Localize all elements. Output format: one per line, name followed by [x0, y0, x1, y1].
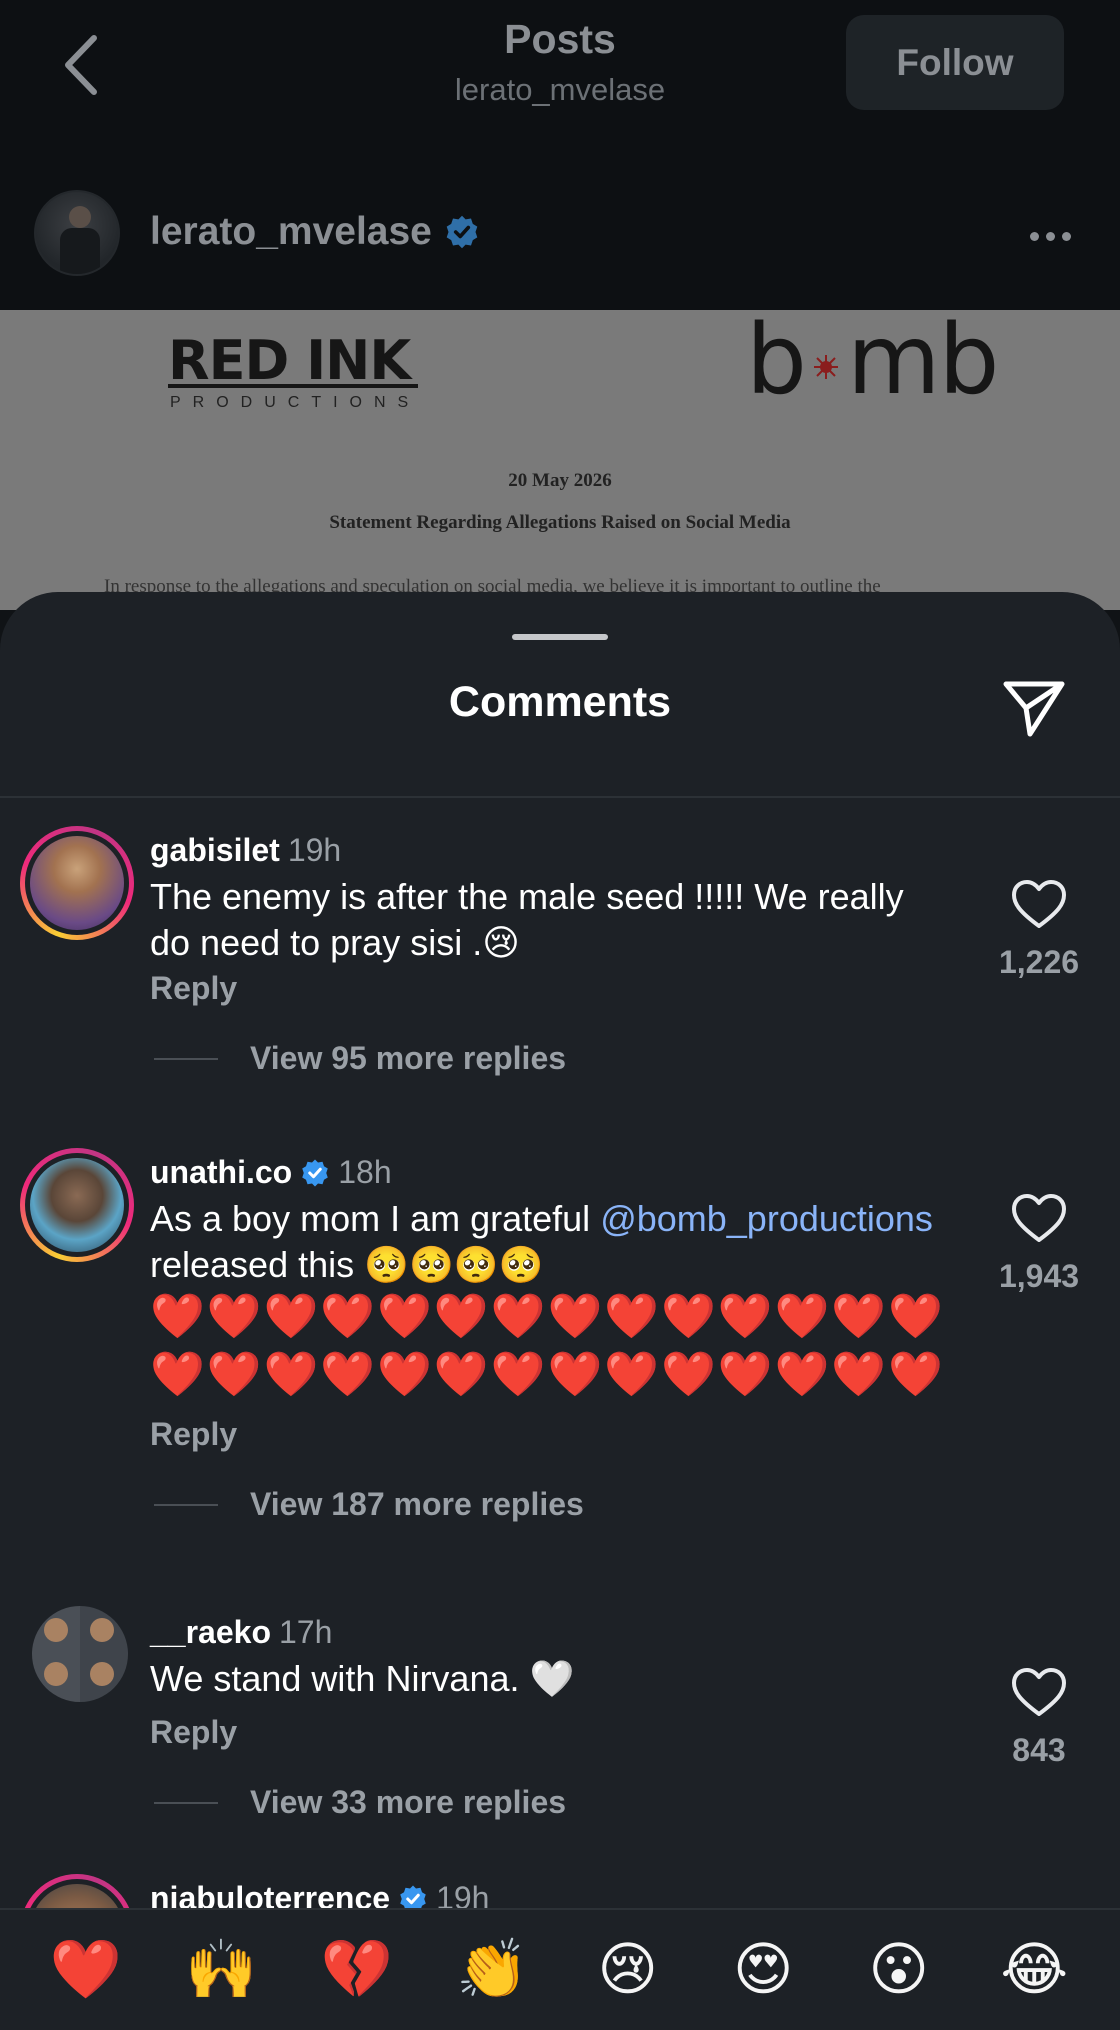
- view-replies-button[interactable]: View 187 more replies: [154, 1486, 584, 1523]
- heart-outline-icon[interactable]: [1010, 878, 1068, 932]
- reply-button[interactable]: Reply: [150, 1416, 237, 1453]
- comment-text: As a boy mom I am grateful @bomb_product…: [150, 1196, 950, 1404]
- verified-badge-icon: [302, 1159, 328, 1186]
- comments-sheet: Comments gabisilet 19h The enemy is afte…: [0, 592, 1120, 2030]
- post-author-username[interactable]: lerato_mvelase: [150, 210, 432, 254]
- more-dots-icon[interactable]: [1030, 226, 1080, 246]
- follow-button[interactable]: Follow: [846, 15, 1064, 110]
- commenter-avatar[interactable]: [32, 1606, 128, 1702]
- bomb-star-icon: [813, 355, 838, 379]
- comment-time: 18h: [338, 1154, 392, 1190]
- comment-header: gabisilet 19h: [150, 832, 341, 869]
- comment-time: 17h: [278, 1614, 333, 1650]
- bomb-logo-start: b: [746, 310, 807, 416]
- like-count: 1,943: [998, 1258, 1080, 1294]
- comment-text: We stand with Nirvana. 🤍: [150, 1658, 575, 1699]
- comment-header: __raeko 17h: [150, 1614, 332, 1651]
- red-ink-logo: RED INK: [168, 329, 411, 392]
- comments-title: Comments: [448, 678, 672, 726]
- comment-time: 19h: [287, 832, 342, 868]
- view-replies-label: View 33 more replies: [250, 1784, 567, 1820]
- share-send-icon[interactable]: [1000, 674, 1068, 742]
- verified-badge-icon: [446, 215, 478, 249]
- logo-underline: [168, 384, 418, 388]
- top-bar: Posts lerato_mvelase Follow: [0, 0, 1120, 160]
- comment-text: The enemy is after the male seed !!!!! W…: [150, 876, 904, 963]
- reaction-heart[interactable]: ❤️: [41, 1941, 131, 1999]
- reaction-laughing[interactable]: 😂: [989, 1941, 1079, 1999]
- bomb-logo-end: mb: [846, 310, 999, 416]
- emoji-reaction-bar: ❤️ 🙌 💔 👏 😢 😍 😮 😂: [0, 1908, 1120, 2030]
- comment-hearts: ❤️❤️❤️❤️❤️❤️❤️❤️❤️❤️❤️❤️❤️❤️❤️❤️❤️❤️❤️❤️…: [150, 1292, 945, 1399]
- sheet-drag-handle[interactable]: [512, 634, 608, 640]
- comment-username[interactable]: __raeko: [150, 1614, 271, 1651]
- sheet-divider: [0, 796, 1120, 798]
- red-ink-logo-sub: PRODUCTIONS: [170, 394, 421, 411]
- reaction-broken-heart[interactable]: 💔: [312, 1941, 402, 1999]
- commenter-avatar[interactable]: [20, 826, 134, 940]
- like-count: 1,226: [998, 944, 1080, 980]
- reply-button[interactable]: Reply: [150, 970, 237, 1007]
- comment-username[interactable]: gabisilet: [150, 832, 280, 869]
- reaction-raised-hands[interactable]: 🙌: [176, 1941, 266, 1999]
- document-heading: Statement Regarding Allegations Raised o…: [329, 512, 791, 533]
- post-image[interactable]: RED INK PRODUCTIONS b mb 20 May 2026 Sta…: [0, 310, 1120, 610]
- reaction-heart-eyes[interactable]: 😍: [718, 1941, 808, 1999]
- view-replies-button[interactable]: View 33 more replies: [154, 1784, 566, 1821]
- view-replies-label: View 95 more replies: [250, 1040, 567, 1076]
- document-date: 20 May 2026: [508, 470, 612, 491]
- post-author-avatar[interactable]: [34, 190, 120, 276]
- view-replies-label: View 187 more replies: [250, 1486, 584, 1522]
- heart-outline-icon[interactable]: [1010, 1666, 1068, 1720]
- comment-text-start: As a boy mom I am grateful: [150, 1198, 601, 1239]
- like-count: 843: [1012, 1732, 1066, 1768]
- heart-outline-icon[interactable]: [1010, 1192, 1068, 1246]
- reaction-surprised[interactable]: 😮: [854, 1941, 944, 1999]
- commenter-avatar[interactable]: [20, 1148, 134, 1262]
- view-replies-button[interactable]: View 95 more replies: [154, 1040, 566, 1077]
- reply-button[interactable]: Reply: [150, 1714, 237, 1751]
- comment-header: unathi.co 18h: [150, 1154, 392, 1191]
- post-header: lerato_mvelase: [0, 160, 1120, 310]
- reaction-clap[interactable]: 👏: [447, 1941, 537, 1999]
- post-author[interactable]: lerato_mvelase: [150, 210, 480, 254]
- reaction-crying[interactable]: 😢: [583, 1941, 673, 1999]
- mention-link[interactable]: @bomb_productions: [600, 1198, 933, 1239]
- bomb-logo: b mb: [746, 310, 999, 416]
- comment-username[interactable]: unathi.co: [150, 1154, 292, 1191]
- comment-text-end: released this 🥺🥺🥺🥺: [150, 1244, 544, 1285]
